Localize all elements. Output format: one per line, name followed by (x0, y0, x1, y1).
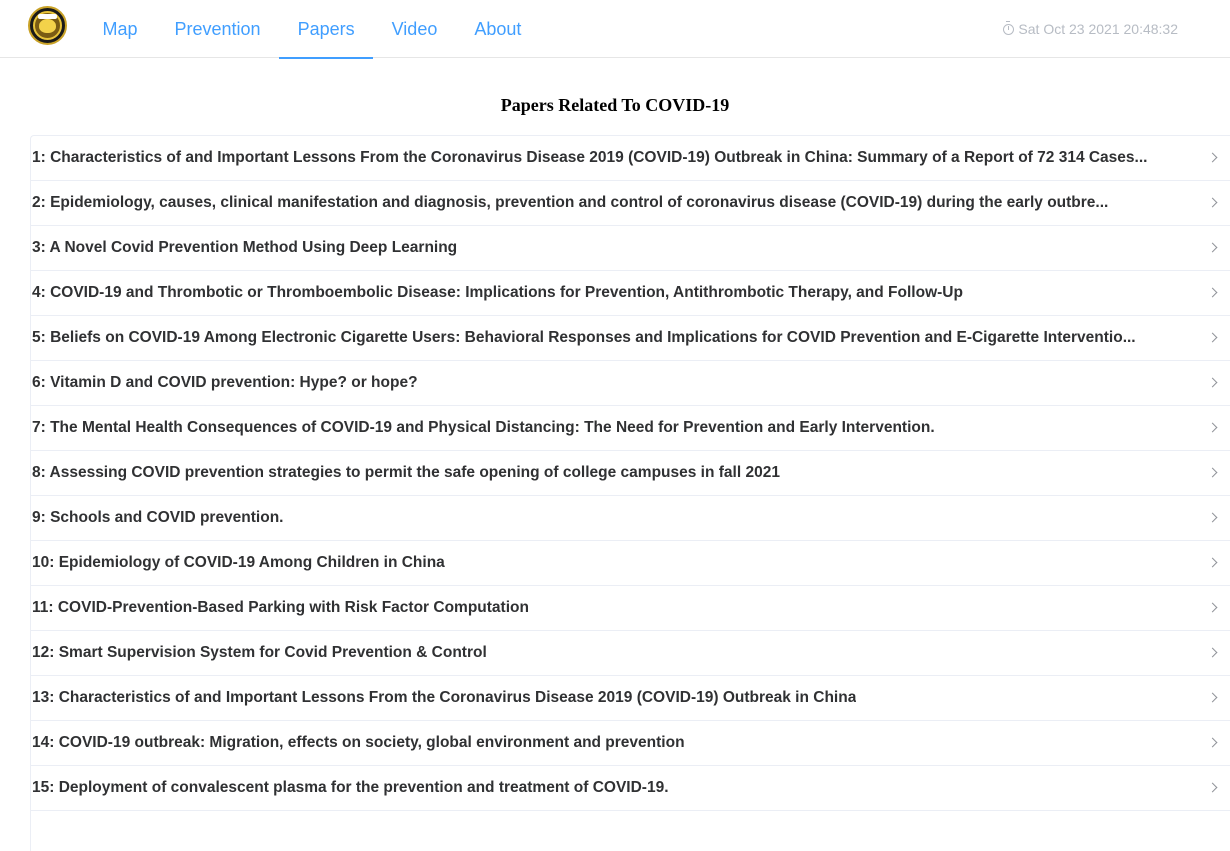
paper-title: 7: The Mental Health Consequences of COV… (32, 419, 935, 436)
chevron-right-icon (1207, 197, 1218, 208)
nav-item-video[interactable]: Video (373, 0, 456, 58)
paper-title: 5: Beliefs on COVID-19 Among Electronic … (32, 329, 1136, 346)
paper-list-item[interactable]: 2: Epidemiology, causes, clinical manife… (31, 181, 1230, 226)
chevron-right-icon (1207, 737, 1218, 748)
paper-list-item[interactable]: 11: COVID-Prevention-Based Parking with … (31, 586, 1230, 631)
chevron-right-icon (1207, 332, 1218, 343)
chevron-right-icon (1207, 287, 1218, 298)
chevron-right-icon (1207, 422, 1218, 433)
chevron-right-icon (1207, 557, 1218, 568)
chevron-right-icon (1207, 692, 1218, 703)
paper-list-item[interactable]: 3: A Novel Covid Prevention Method Using… (31, 226, 1230, 271)
paper-title: 6: Vitamin D and COVID prevention: Hype?… (32, 374, 418, 391)
paper-list-item[interactable]: 7: The Mental Health Consequences of COV… (31, 406, 1230, 451)
paper-title: 1: Characteristics of and Important Less… (32, 149, 1148, 166)
papers-list: 1: Characteristics of and Important Less… (30, 135, 1230, 851)
paper-title: 3: A Novel Covid Prevention Method Using… (32, 239, 458, 256)
emblem-center (39, 19, 56, 33)
paper-title: 9: Schools and COVID prevention. (32, 509, 284, 526)
nav-item-map[interactable]: Map (84, 0, 156, 58)
paper-list-item[interactable]: 9: Schools and COVID prevention. (31, 496, 1230, 541)
paper-list-item[interactable]: 1: Characteristics of and Important Less… (31, 136, 1230, 181)
top-navigation-bar: Map Prevention Papers Video About Sat Oc… (0, 0, 1230, 59)
paper-title: 11: COVID-Prevention-Based Parking with … (32, 599, 529, 616)
paper-title: 14: COVID-19 outbreak: Migration, effect… (32, 734, 685, 751)
paper-title: 10: Epidemiology of COVID-19 Among Child… (32, 554, 445, 571)
page-title: Papers Related To COVID-19 (500, 95, 730, 115)
paper-title: 12: Smart Supervision System for Covid P… (32, 644, 487, 661)
chevron-right-icon (1207, 782, 1218, 793)
paper-list-item[interactable]: 13: Characteristics of and Important Les… (31, 676, 1230, 721)
chevron-right-icon (1207, 467, 1218, 478)
main-menu: Map Prevention Papers Video About (84, 0, 540, 59)
paper-list-item[interactable]: 10: Epidemiology of COVID-19 Among Child… (31, 541, 1230, 586)
chevron-right-icon (1207, 512, 1218, 523)
current-time-text: Sat Oct 23 2021 20:48:32 (1018, 21, 1178, 37)
nav-item-about[interactable]: About (456, 0, 540, 58)
paper-list-item[interactable]: 5: Beliefs on COVID-19 Among Electronic … (31, 316, 1230, 361)
paper-title: 13: Characteristics of and Important Les… (32, 689, 857, 706)
nav-item-prevention[interactable]: Prevention (156, 0, 279, 58)
paper-title: 4: COVID-19 and Thrombotic or Thromboemb… (32, 284, 963, 301)
nav-item-papers[interactable]: Papers (279, 0, 374, 59)
paper-title: 15: Deployment of convalescent plasma fo… (32, 779, 669, 796)
paper-title: 2: Epidemiology, causes, clinical manife… (32, 194, 1109, 211)
clock-icon (1003, 20, 1015, 35)
university-emblem-icon[interactable] (28, 6, 67, 45)
paper-list-item[interactable]: 14: COVID-19 outbreak: Migration, effect… (31, 721, 1230, 766)
paper-list-item[interactable]: 4: COVID-19 and Thrombotic or Thromboemb… (31, 271, 1230, 316)
paper-list-item[interactable]: 8: Assessing COVID prevention strategies… (31, 451, 1230, 496)
paper-title: 8: Assessing COVID prevention strategies… (32, 464, 780, 481)
current-time: Sat Oct 23 2021 20:48:32 (1003, 20, 1178, 37)
paper-list-item[interactable]: 6: Vitamin D and COVID prevention: Hype?… (31, 361, 1230, 406)
emblem-banner (38, 14, 57, 19)
chevron-right-icon (1207, 152, 1218, 163)
paper-list-item[interactable]: 15: Deployment of convalescent plasma fo… (31, 766, 1230, 811)
chevron-right-icon (1207, 377, 1218, 388)
chevron-right-icon (1207, 242, 1218, 253)
chevron-right-icon (1207, 647, 1218, 658)
paper-list-item[interactable]: 12: Smart Supervision System for Covid P… (31, 631, 1230, 676)
chevron-right-icon (1207, 602, 1218, 613)
